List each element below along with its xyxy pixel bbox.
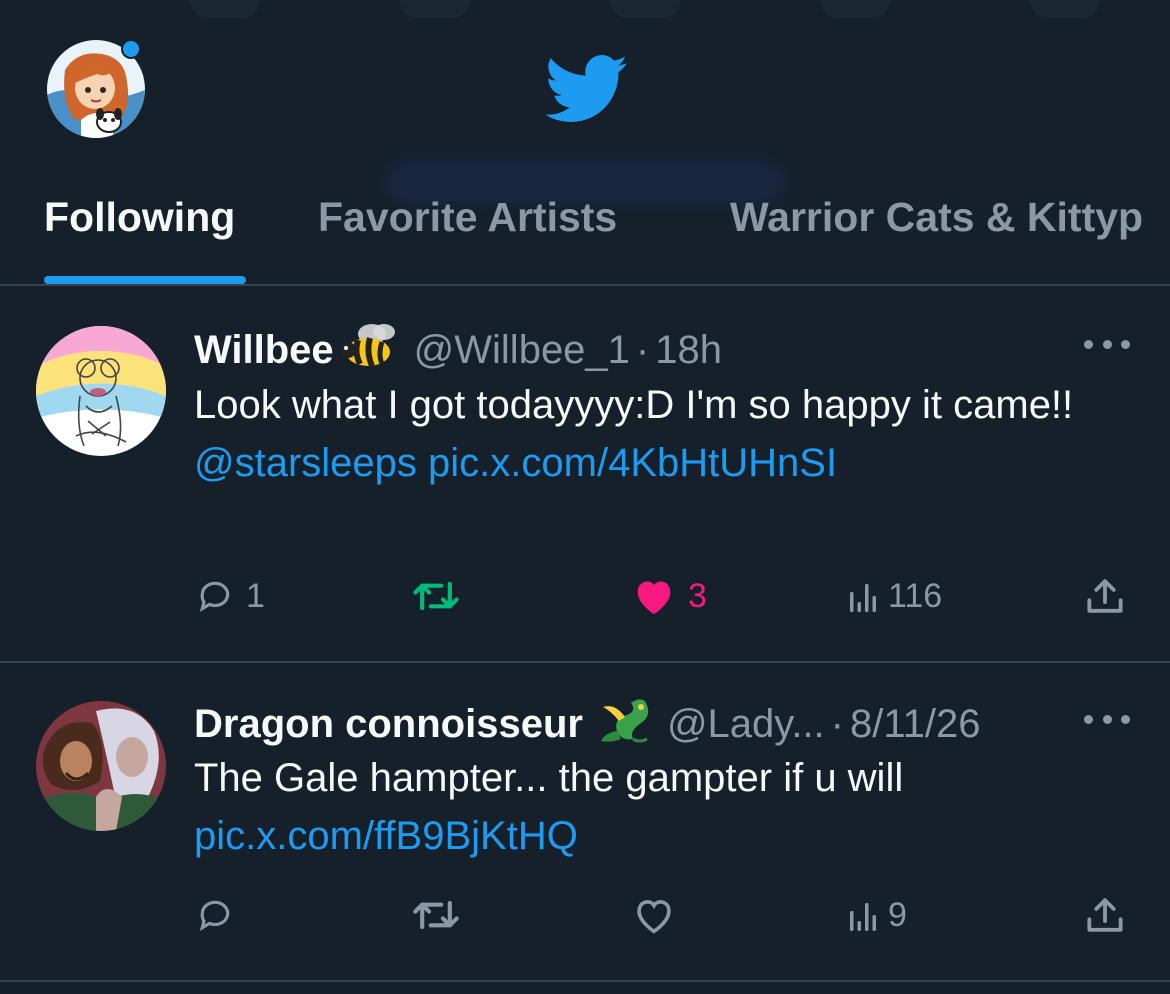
timeline-tabs: Following Favorite Artists Warrior Cats … <box>0 180 1170 284</box>
like-button[interactable] <box>632 885 688 945</box>
heart-filled-icon <box>632 576 676 616</box>
tweet-actions: 1 3 116 <box>0 566 1170 626</box>
retweet-button[interactable] <box>410 566 474 626</box>
notification-dot <box>121 39 141 59</box>
views-count: 9 <box>888 895 907 934</box>
tweet-text: The Gale hampter... the gampter if u wil… <box>194 756 904 800</box>
reply-count: 1 <box>246 576 265 615</box>
profile-avatar[interactable] <box>47 39 145 138</box>
tweet[interactable]: Dragon connoisseur @Lady... · 8/11/26 Th… <box>0 663 1170 981</box>
mention-link[interactable]: @starsleeps <box>194 441 417 485</box>
like-button[interactable]: 3 <box>632 566 707 626</box>
share-icon <box>1084 895 1126 935</box>
heart-outline-icon <box>632 895 676 935</box>
active-tab-indicator <box>44 276 246 284</box>
tweet-body: The Gale hampter... the gampter if u wil… <box>194 749 1094 865</box>
analytics-icon <box>850 899 876 931</box>
display-name[interactable]: Dragon connoisseur <box>194 702 583 747</box>
dragon-icon <box>595 693 653 755</box>
meta-separator: · <box>830 701 844 746</box>
share-button[interactable] <box>1084 885 1126 945</box>
tweet-timestamp[interactable]: 8/11/26 <box>850 702 981 747</box>
avatar[interactable] <box>36 326 166 456</box>
tweet[interactable]: Willbee @Willbee_1 · 18h Look what I got… <box>0 286 1170 661</box>
media-link[interactable]: pic.x.com/ffB9BjKtHQ <box>194 814 578 858</box>
user-handle[interactable]: @Willbee_1 <box>414 328 630 373</box>
views-count: 116 <box>888 576 943 615</box>
media-link[interactable]: pic.x.com/4KbHtUHnSI <box>428 441 837 485</box>
views-button[interactable]: 116 <box>850 566 942 626</box>
meta-separator: · <box>635 327 650 372</box>
bee-icon <box>338 320 400 380</box>
tweet-header: Dragon connoisseur @Lady... · 8/11/26 <box>194 693 981 755</box>
more-options-icon[interactable] <box>1084 337 1130 351</box>
reply-icon <box>196 896 234 934</box>
reply-icon <box>196 577 234 615</box>
timeline-header <box>0 0 1170 160</box>
user-avatar-image <box>36 326 166 456</box>
tab-favorite-artists[interactable]: Favorite Artists <box>318 194 617 241</box>
reply-button[interactable]: 1 <box>196 566 265 626</box>
analytics-icon <box>850 580 876 612</box>
share-button[interactable] <box>1084 566 1126 626</box>
tweet-text: Look what I got todayyyy:D I'm so happy … <box>194 383 1074 427</box>
views-button[interactable]: 9 <box>850 885 907 945</box>
tab-following[interactable]: Following <box>44 194 235 241</box>
tab-warrior-cats[interactable]: Warrior Cats & Kittyp <box>730 194 1143 241</box>
share-icon <box>1084 576 1126 616</box>
tweet-divider <box>0 980 1170 982</box>
more-options-icon[interactable] <box>1084 712 1130 726</box>
twitter-bird-icon[interactable] <box>544 55 629 123</box>
retweet-button[interactable] <box>410 885 474 945</box>
avatar[interactable] <box>36 701 166 831</box>
like-count: 3 <box>688 576 707 615</box>
tweet-body: Look what I got todayyyy:D I'm so happy … <box>194 376 1094 492</box>
retweet-icon <box>410 896 462 934</box>
reply-button[interactable] <box>196 885 246 945</box>
tweet-timestamp[interactable]: 18h <box>655 328 722 373</box>
user-avatar-image <box>36 701 166 831</box>
tweet-header: Willbee @Willbee_1 · 18h <box>194 320 722 380</box>
retweet-icon <box>410 577 462 615</box>
display-name[interactable]: Willbee <box>194 328 334 373</box>
tweet-actions: 9 <box>0 885 1170 945</box>
user-handle[interactable]: @Lady... <box>667 702 825 747</box>
